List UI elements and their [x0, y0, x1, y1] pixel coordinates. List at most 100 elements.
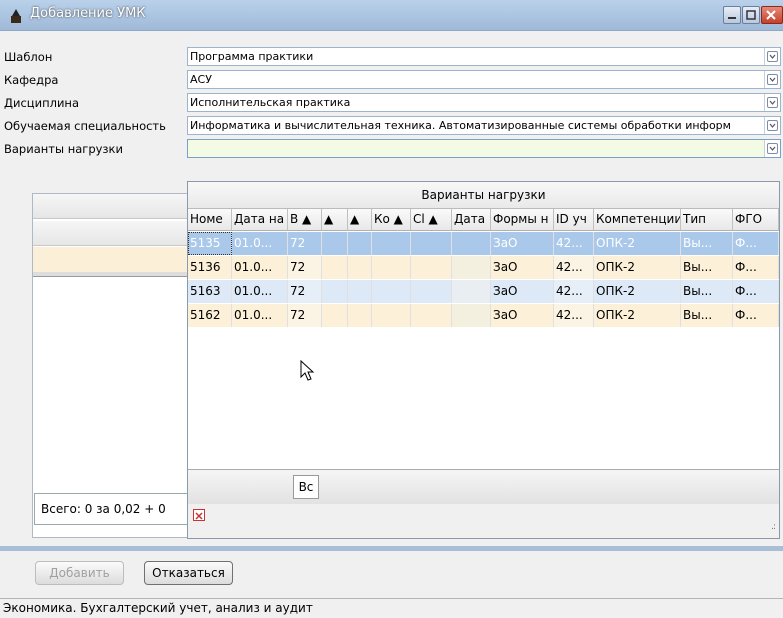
column-header[interactable]: Сl ▲	[411, 209, 452, 231]
add-button[interactable]: Добавить	[35, 561, 124, 585]
select-all-button[interactable]: Вс	[293, 475, 319, 499]
table-cell[interactable]: Ф...	[733, 256, 779, 279]
table-cell[interactable]: 5162	[188, 304, 232, 327]
table-cell[interactable]	[372, 232, 411, 255]
table-cell[interactable]: 72	[288, 256, 322, 279]
discipline-combobox[interactable]: Исполнительская практика	[187, 93, 781, 112]
table-cell[interactable]	[348, 280, 372, 303]
table-cell[interactable]: Вы...	[681, 232, 733, 255]
department-value: АСУ	[190, 73, 212, 86]
table-cell[interactable]	[372, 280, 411, 303]
department-dropdown-button[interactable]	[764, 71, 780, 88]
load-variants-dropdown-button[interactable]	[764, 140, 780, 157]
table-cell[interactable]	[452, 256, 491, 279]
error-icon[interactable]	[193, 509, 205, 521]
table-cell[interactable]: 42...	[554, 280, 594, 303]
title-bar[interactable]: Добавление УМК	[0, 0, 783, 31]
table-cell[interactable]	[452, 232, 491, 255]
table-cell[interactable]: 72	[288, 232, 322, 255]
table-cell[interactable]	[322, 304, 348, 327]
maximize-button[interactable]	[742, 6, 760, 24]
table-cell[interactable]: Вы...	[681, 280, 733, 303]
table-cell[interactable]: 01.0...	[232, 280, 288, 303]
table-cell[interactable]	[348, 232, 372, 255]
table-cell[interactable]	[322, 232, 348, 255]
column-header[interactable]: Дата	[452, 209, 491, 231]
column-header[interactable]: Тип	[681, 209, 733, 231]
load-variants-row: Варианты нагрузки	[0, 138, 783, 160]
table-cell[interactable]: ОПК-2	[594, 232, 681, 255]
table-cell[interactable]	[411, 304, 452, 327]
table-cell[interactable]: 5136	[188, 256, 232, 279]
column-header[interactable]: ID уч	[554, 209, 594, 231]
table-cell[interactable]: ЗаО	[491, 280, 554, 303]
column-header[interactable]: ▲	[348, 209, 372, 231]
template-label: Шаблон	[4, 50, 53, 64]
template-value: Программа практики	[190, 50, 314, 63]
table-cell[interactable]: 42...	[554, 256, 594, 279]
table-cell[interactable]: Вы...	[681, 304, 733, 327]
table-cell[interactable]: ОПК-2	[594, 280, 681, 303]
close-button[interactable]	[761, 6, 783, 24]
load-variants-combobox[interactable]	[187, 139, 781, 158]
minimize-button[interactable]	[723, 6, 741, 24]
table-cell[interactable]: Ф...	[733, 280, 779, 303]
load-variants-popup[interactable]: Варианты нагрузки Номе Дата на В ▲ ▲ ▲ Ко ▲ Сl…	[187, 181, 780, 539]
table-cell[interactable]: ЗаО	[491, 304, 554, 327]
table-cell[interactable]: ЗаО	[491, 256, 554, 279]
popup-title: Варианты нагрузки	[188, 182, 779, 209]
column-header[interactable]: Формы н	[491, 209, 554, 231]
window-title: Добавление УМК	[30, 6, 146, 21]
table-cell[interactable]: ЗаО	[491, 232, 554, 255]
table-cell[interactable]	[411, 280, 452, 303]
table-cell[interactable]: ОПК-2	[594, 304, 681, 327]
column-header[interactable]: ▲	[322, 209, 348, 231]
table-cell[interactable]	[348, 304, 372, 327]
table-cell[interactable]: ОПК-2	[594, 256, 681, 279]
table-cell[interactable]: 5135	[188, 232, 232, 255]
table-cell[interactable]	[372, 304, 411, 327]
separator	[0, 546, 783, 551]
table-cell[interactable]	[452, 304, 491, 327]
table-cell[interactable]: 01.0...	[232, 304, 288, 327]
specialty-dropdown-button[interactable]	[764, 117, 780, 134]
column-header[interactable]: Номе	[188, 209, 232, 231]
table-cell[interactable]	[322, 256, 348, 279]
table-cell[interactable]: 5163	[188, 280, 232, 303]
table-cell[interactable]: 42...	[554, 232, 594, 255]
table-cell[interactable]	[348, 256, 372, 279]
specialty-combobox[interactable]: Информатика и вычислительная техника. Ав…	[187, 116, 781, 135]
table-cell[interactable]	[452, 280, 491, 303]
template-row: Шаблон Программа практики	[0, 46, 783, 68]
table-cell[interactable]: Ф...	[733, 232, 779, 255]
specialty-value: Информатика и вычислительная техника. Ав…	[190, 119, 731, 132]
table-cell[interactable]: 42...	[554, 304, 594, 327]
template-combobox[interactable]: Программа практики	[187, 47, 781, 66]
discipline-value: Исполнительская практика	[190, 96, 351, 109]
table-cell[interactable]	[411, 256, 452, 279]
table-cell[interactable]	[372, 256, 411, 279]
table-cell[interactable]	[411, 232, 452, 255]
resize-grip-icon[interactable]: .:	[771, 522, 776, 532]
column-header[interactable]: В ▲	[288, 209, 322, 231]
background-scrollbar[interactable]	[33, 272, 191, 277]
minimize-icon	[728, 17, 736, 19]
discipline-row: Дисциплина Исполнительская практика	[0, 92, 783, 114]
table-cell[interactable]: 01.0...	[232, 256, 288, 279]
table-cell[interactable]: 01.0...	[232, 232, 288, 255]
table-cell[interactable]: 72	[288, 280, 322, 303]
background-subheader	[33, 221, 191, 246]
column-header[interactable]: ФГО	[733, 209, 779, 231]
table-cell[interactable]: Вы...	[681, 256, 733, 279]
discipline-dropdown-button[interactable]	[764, 94, 780, 111]
column-header[interactable]: Ко ▲	[372, 209, 411, 231]
table-cell[interactable]: 72	[288, 304, 322, 327]
template-dropdown-button[interactable]	[764, 48, 780, 65]
table-cell[interactable]: Ф...	[733, 304, 779, 327]
column-header[interactable]: Компетенции	[594, 209, 681, 231]
table-cell[interactable]	[322, 280, 348, 303]
chevron-down-icon	[767, 97, 778, 108]
department-combobox[interactable]: АСУ	[187, 70, 781, 89]
column-header[interactable]: Дата на	[232, 209, 288, 231]
cancel-button[interactable]: Отказаться	[144, 561, 233, 585]
